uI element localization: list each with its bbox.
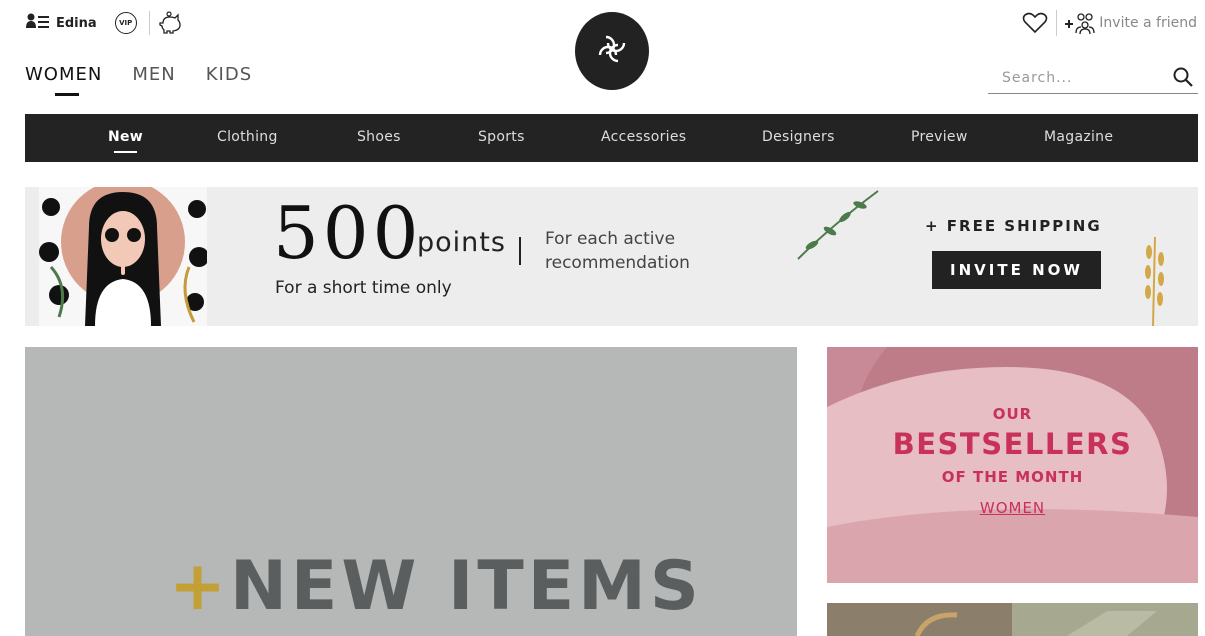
invite-friend-link[interactable]: Invite a friend <box>1099 15 1197 31</box>
secondary-promo-card[interactable] <box>827 603 1198 636</box>
vip-icon[interactable]: VIP <box>114 12 137 34</box>
tab-kids[interactable]: KIDS <box>206 64 252 85</box>
nav-accessories[interactable]: Accessories <box>601 129 686 145</box>
bestsellers-our: OUR <box>992 405 1033 423</box>
promo-short-time: For a short time only <box>275 278 452 298</box>
logo-mark-icon <box>593 30 631 72</box>
hero-plus: + <box>169 547 230 626</box>
bestsellers-month: OF THE MONTH <box>941 468 1084 486</box>
tab-women[interactable]: WOMEN <box>25 64 102 96</box>
promo-divider <box>519 237 521 265</box>
nav-magazine[interactable]: Magazine <box>1044 129 1113 145</box>
invite-friends-icon[interactable] <box>1063 11 1097 35</box>
user-name[interactable]: Edina <box>56 16 97 31</box>
nav-shoes[interactable]: Shoes <box>357 129 401 145</box>
logo[interactable] <box>575 12 649 90</box>
nav-clothing[interactable]: Clothing <box>217 129 278 145</box>
hero-title: +NEW ITEMS <box>169 547 703 626</box>
piggy-bank-icon[interactable] <box>158 11 184 35</box>
search-input[interactable] <box>1002 69 1172 86</box>
promo-points-number: 500 <box>273 191 423 275</box>
bestsellers-women-link[interactable]: WOMEN <box>827 499 1198 517</box>
separator <box>148 11 150 35</box>
search-icon[interactable] <box>1172 66 1194 88</box>
hero-title-text: NEW ITEMS <box>229 547 703 626</box>
nav-new[interactable]: New <box>108 129 143 153</box>
promo-woman-illustration <box>39 187 207 326</box>
promo-points-label: points <box>417 227 506 258</box>
promo-description: For each active recommendation <box>545 229 690 273</box>
bestsellers-background-shapes <box>827 347 1198 583</box>
free-shipping-label: + FREE SHIPPING <box>925 217 1102 235</box>
promo-banner[interactable]: 500 points For each active recommendatio… <box>25 187 1198 326</box>
header-actions: Invite a friend <box>1022 10 1197 36</box>
secondary-card-image <box>827 603 1198 636</box>
bestsellers-title: BESTSELLERS <box>892 427 1133 461</box>
category-nav: New Clothing Shoes Sports Accessories De… <box>25 114 1198 162</box>
bestsellers-card[interactable]: OUR BESTSELLERS OF THE MONTH WOMEN <box>827 347 1198 583</box>
nav-designers[interactable]: Designers <box>762 129 835 145</box>
wheat-decoration <box>1145 236 1164 326</box>
leaf-branch-decoration <box>797 190 879 260</box>
tab-men[interactable]: MEN <box>132 64 175 85</box>
search-box <box>988 62 1198 94</box>
top-bar: Edina VIP WOMEN MEN KIDS Invite a friend… <box>0 0 1205 110</box>
heart-icon[interactable] <box>1022 11 1048 35</box>
account-menu-icon[interactable] <box>26 12 50 34</box>
nav-sports[interactable]: Sports <box>478 129 525 145</box>
user-area: Edina VIP <box>26 11 184 35</box>
separator <box>1056 10 1058 36</box>
nav-preview[interactable]: Preview <box>911 129 968 145</box>
invite-now-button[interactable]: INVITE NOW <box>932 251 1101 289</box>
gender-nav: WOMEN MEN KIDS <box>25 64 252 96</box>
new-items-hero[interactable]: +NEW ITEMS <box>25 347 797 636</box>
